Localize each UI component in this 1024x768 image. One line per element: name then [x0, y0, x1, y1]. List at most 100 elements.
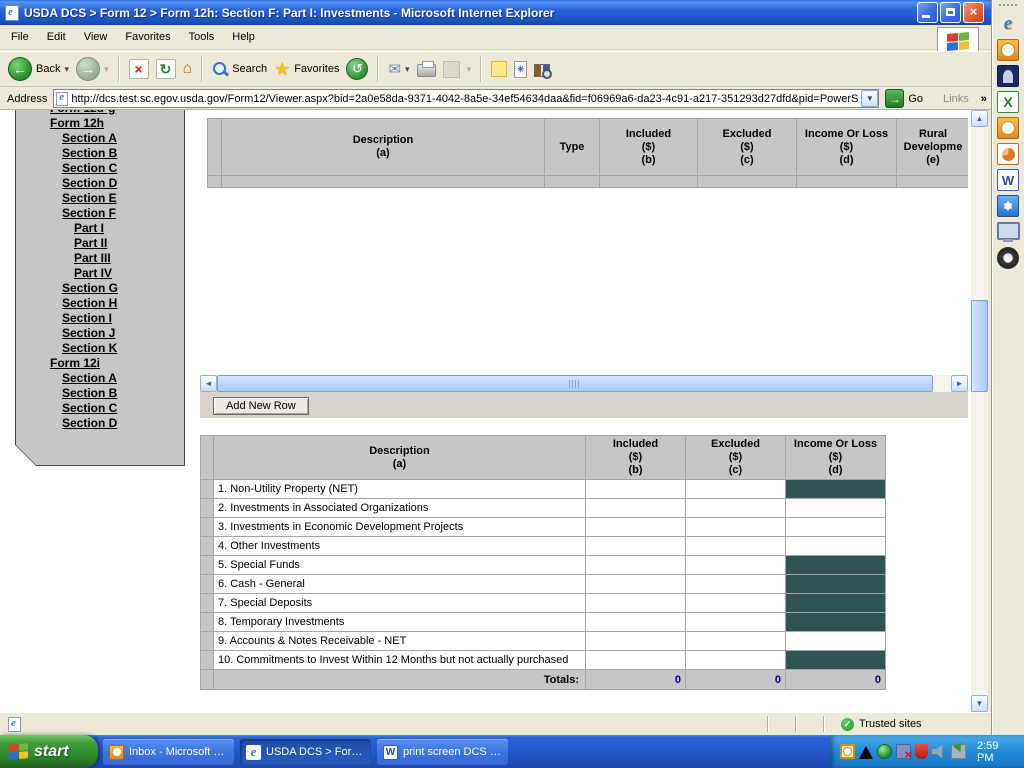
row-selector-cell[interactable] [201, 556, 214, 575]
internet-explorer-icon[interactable] [997, 13, 1019, 35]
word-icon[interactable] [997, 169, 1019, 191]
close-button[interactable]: × [963, 2, 984, 23]
included-cell[interactable] [586, 651, 686, 670]
excluded-cell[interactable] [686, 632, 786, 651]
address-dropdown-icon[interactable]: ▼ [861, 90, 878, 107]
horizontal-scroll-thumb[interactable] [217, 375, 933, 392]
excluded-cell[interactable] [686, 594, 786, 613]
sidebar-link[interactable]: Section C [16, 161, 184, 176]
minimize-button[interactable] [917, 2, 938, 23]
income-or-loss-cell[interactable] [786, 537, 886, 556]
income-or-loss-cell[interactable] [786, 480, 886, 499]
volume-icon[interactable] [932, 744, 947, 759]
horizontal-scrollbar[interactable]: ◄ ► [200, 375, 968, 392]
toolbar-grip[interactable] [999, 4, 1017, 7]
powerpoint-icon[interactable] [997, 143, 1019, 165]
stop-icon[interactable]: × [129, 59, 149, 79]
sidebar-link[interactable]: Part III [16, 251, 184, 266]
restore-button[interactable] [940, 2, 961, 23]
included-cell[interactable] [586, 556, 686, 575]
included-cell[interactable] [586, 575, 686, 594]
row-selector-cell[interactable] [201, 499, 214, 518]
links-chevron-icon[interactable]: » [981, 93, 987, 105]
sidebar-link[interactable]: Section D [16, 176, 184, 191]
income-or-loss-cell[interactable] [786, 613, 886, 632]
black-triangle-icon[interactable] [859, 746, 873, 759]
vertical-scroll-thumb[interactable] [971, 300, 988, 392]
discuss-note-icon[interactable] [491, 61, 507, 77]
mail-dropdown-icon[interactable]: ▾ [405, 64, 410, 75]
add-new-row-button[interactable]: Add New Row [213, 397, 309, 415]
scroll-right-icon[interactable]: ► [951, 375, 968, 392]
income-or-loss-cell[interactable] [786, 632, 886, 651]
removable-device-icon[interactable] [951, 744, 966, 759]
row-selector-cell[interactable] [201, 632, 214, 651]
taskbar-task-word[interactable]: print screen DCS for... [377, 739, 508, 765]
antivirus-shield-icon[interactable] [915, 744, 928, 759]
row-selector-cell[interactable] [201, 480, 214, 499]
included-cell[interactable] [586, 632, 686, 651]
included-cell[interactable] [586, 613, 686, 632]
excel-icon[interactable] [997, 91, 1019, 113]
sidebar-link[interactable]: Form 12i [16, 356, 184, 371]
sidebar-link[interactable]: Section E [16, 191, 184, 206]
sidebar-link[interactable]: Section G [16, 281, 184, 296]
research-icon[interactable] [534, 64, 550, 77]
sidebar-link[interactable]: Part I [16, 221, 184, 236]
sidebar-link[interactable]: Section B [16, 386, 184, 401]
excluded-cell[interactable] [686, 613, 786, 632]
menu-item[interactable]: Edit [38, 27, 75, 47]
excluded-cell[interactable] [686, 480, 786, 499]
back-button[interactable]: ← Back ▾ [8, 57, 69, 81]
sidebar-link[interactable]: Form 12h [16, 116, 184, 131]
network-error-icon[interactable] [896, 744, 911, 759]
taskbar-task-usda-dcs[interactable]: USDA DCS > Form 12... [240, 739, 371, 765]
excluded-cell[interactable] [686, 518, 786, 537]
search-button[interactable]: Search [212, 61, 267, 77]
menu-item[interactable]: Favorites [116, 27, 179, 47]
included-cell[interactable] [586, 537, 686, 556]
sidebar-link[interactable]: Part II [16, 236, 184, 251]
excluded-cell[interactable] [686, 651, 786, 670]
included-cell[interactable] [586, 499, 686, 518]
sidebar-link[interactable]: Section C [16, 401, 184, 416]
refresh-icon[interactable]: ↻ [156, 59, 176, 79]
sidebar-link[interactable]: Section B [16, 146, 184, 161]
income-or-loss-cell[interactable] [786, 594, 886, 613]
my-computer-icon[interactable] [997, 221, 1019, 243]
sidebar-link[interactable]: Section I [16, 311, 184, 326]
reminder-clock-icon[interactable] [840, 744, 855, 759]
sidebar-link[interactable]: Section F [16, 206, 184, 221]
sidebar-link[interactable]: Section A [16, 371, 184, 386]
income-or-loss-cell[interactable] [786, 556, 886, 575]
go-button[interactable]: → Go [885, 89, 923, 108]
menu-item[interactable]: File [2, 27, 38, 47]
sidebar-link[interactable]: Section H [16, 296, 184, 311]
sidebar-link[interactable]: Part IV [16, 266, 184, 281]
row-selector-cell[interactable] [201, 594, 214, 613]
included-cell[interactable] [586, 518, 686, 537]
income-or-loss-cell[interactable] [786, 499, 886, 518]
row-selector-cell[interactable] [201, 651, 214, 670]
income-or-loss-cell[interactable] [786, 651, 886, 670]
income-or-loss-cell[interactable] [786, 518, 886, 537]
sidebar-link[interactable]: Section D [16, 416, 184, 431]
mail-button[interactable]: ✉ ▾ [388, 60, 409, 78]
vertical-scrollbar[interactable]: ▲ ▼ [971, 110, 988, 712]
menu-item[interactable]: Tools [180, 27, 224, 47]
scroll-left-icon[interactable]: ◄ [200, 375, 217, 392]
sidebar-link[interactable]: Section K [16, 341, 184, 356]
excluded-cell[interactable] [686, 556, 786, 575]
menu-item[interactable]: Help [223, 27, 264, 47]
links-label[interactable]: Links [943, 93, 969, 105]
print-icon[interactable] [417, 64, 436, 77]
excluded-cell[interactable] [686, 537, 786, 556]
address-input[interactable]: http://dcs.test.sc.egov.usda.gov/Form12/… [53, 89, 879, 108]
scroll-up-icon[interactable]: ▲ [971, 110, 988, 127]
messenger-icon[interactable]: ✳ [514, 61, 527, 78]
network-globe-icon[interactable] [877, 744, 892, 759]
home-icon[interactable]: ⌂ [183, 60, 193, 78]
scroll-down-icon[interactable]: ▼ [971, 695, 988, 712]
outlook-icon[interactable] [997, 117, 1019, 139]
favorites-button[interactable]: ★ Favorites [274, 59, 339, 80]
